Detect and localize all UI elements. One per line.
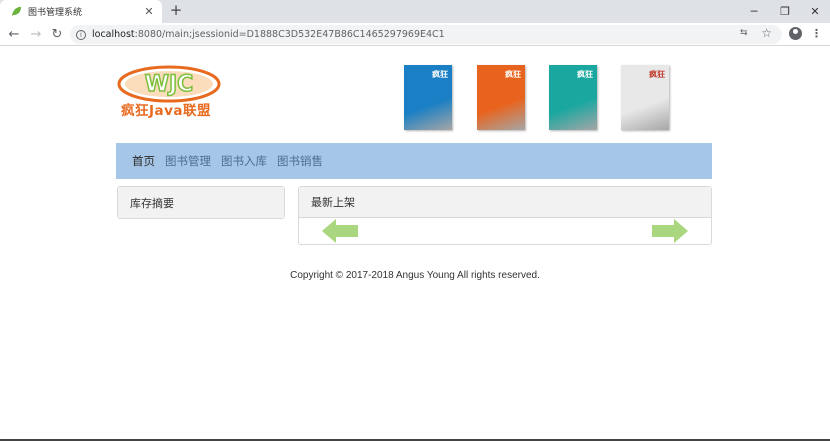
account-icon[interactable] [789, 27, 802, 40]
main-nav-bar: 首页 图书管理 图书入库 图书销售 [116, 143, 712, 179]
browser-menu-icon[interactable]: ⋮ [811, 26, 822, 42]
nav-home[interactable]: 首页 [132, 153, 155, 169]
tab-close-icon[interactable]: ✕ [139, 5, 159, 18]
inventory-summary-title: 库存摘要 [118, 187, 284, 218]
leaf-favicon-icon [11, 6, 22, 17]
inventory-summary-panel: 库存摘要 [117, 186, 285, 219]
nav-book-sales[interactable]: 图书销售 [277, 153, 323, 169]
tab-title: 图书管理系统 [28, 8, 83, 18]
tab-strip: 图书管理系统 ✕ + ─ ❐ ✕ [0, 0, 830, 23]
logo-emblem: WJC [145, 72, 194, 97]
carousel-prev-arrow-icon[interactable] [322, 219, 358, 243]
carousel-next-arrow-icon[interactable] [652, 219, 688, 243]
minimize-button[interactable]: ─ [739, 0, 769, 23]
new-arrivals-panel: 最新上架 [298, 186, 712, 245]
book-cover-4[interactable]: 疯狂 [621, 65, 669, 130]
nav-book-management[interactable]: 图书管理 [165, 153, 211, 169]
browser-tab[interactable]: 图书管理系统 ✕ [0, 0, 162, 23]
close-window-button[interactable]: ✕ [800, 0, 830, 23]
new-arrivals-title: 最新上架 [299, 187, 711, 218]
reload-button[interactable]: ↻ [48, 25, 66, 43]
translate-icon[interactable]: ⇆ [740, 28, 752, 40]
book-cover-3[interactable]: 疯狂 [549, 65, 597, 130]
url-text: localhost:8080/main;jsessionid=D1888C3D5… [92, 29, 445, 40]
address-bar[interactable]: i localhost:8080/main;jsessionid=D1888C3… [70, 25, 782, 44]
book-cover-2[interactable]: 疯狂 [477, 65, 525, 130]
logo-caption: 疯狂Java联盟 [121, 103, 212, 119]
book-cover-1[interactable]: 疯狂 [404, 65, 452, 130]
browser-toolbar: ← → ↻ i localhost:8080/main;jsessionid=D… [0, 23, 830, 46]
site-info-icon[interactable]: i [76, 29, 86, 40]
nav-book-stock-in[interactable]: 图书入库 [221, 153, 267, 169]
restore-button[interactable]: ❐ [770, 0, 800, 23]
footer-copyright: Copyright © 2017-2018 Angus Young All ri… [290, 270, 540, 281]
forward-button[interactable]: → [27, 25, 45, 43]
bookmark-star-icon[interactable]: ☆ [761, 26, 772, 40]
new-tab-button[interactable]: + [168, 3, 184, 19]
back-button[interactable]: ← [5, 25, 23, 43]
